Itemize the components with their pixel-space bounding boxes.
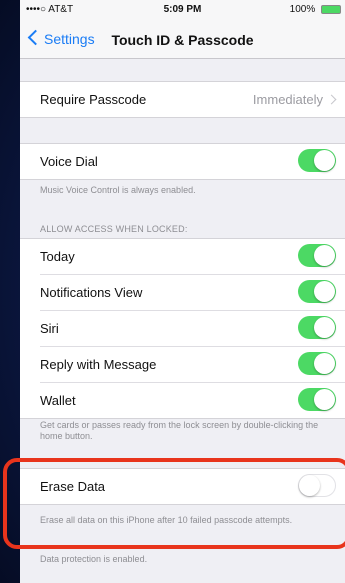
toggle-knob [314, 353, 335, 374]
locked-item-siri: Siri [40, 311, 345, 347]
toggle-knob [314, 389, 335, 410]
battery-percent: 100% [289, 4, 316, 15]
require-passcode-group: Require Passcode Immediately [20, 81, 345, 118]
chevron-right-icon [326, 94, 337, 105]
locked-item-today: Today [40, 239, 345, 275]
locked-item-label: Reply with Message [40, 357, 157, 372]
voice-dial-label: Voice Dial [40, 154, 98, 169]
require-passcode-label: Require Passcode [40, 92, 147, 107]
data-protection-footer: Data protection is enabled. [40, 554, 148, 564]
require-passcode-value: Immediately [252, 92, 323, 107]
voice-dial-group: Voice Dial [20, 143, 345, 180]
voice-dial-note: Music Voice Control is always enabled. [40, 185, 196, 195]
voice-dial-toggle[interactable] [298, 149, 336, 172]
toggle-knob [314, 245, 335, 266]
wallet-toggle[interactable] [298, 388, 336, 411]
locked-section-header: ALLOW ACCESS WHEN LOCKED: [40, 224, 188, 234]
page-title: Touch ID & Passcode [111, 32, 254, 48]
reply-with-message-toggle[interactable] [298, 352, 336, 375]
toggle-knob [314, 281, 335, 302]
locked-item-notifications-view: Notifications View [40, 275, 345, 311]
require-passcode-row[interactable]: Require Passcode Immediately [40, 82, 345, 117]
voice-dial-row: Voice Dial [40, 144, 345, 179]
locked-item-label: Today [40, 249, 75, 264]
locked-access-group: Today Notifications View Siri Reply with… [20, 238, 345, 419]
battery-status: 100% [290, 4, 341, 15]
locked-item-wallet: Wallet [40, 383, 345, 418]
wallet-note: Get cards or passes ready from the lock … [40, 420, 319, 441]
locked-item-reply-with-message: Reply with Message [40, 347, 345, 383]
status-bar: ••••○ AT&T 5:09 PM 100% [20, 0, 345, 22]
erase-data-highlight-annotation [3, 458, 345, 549]
siri-toggle[interactable] [298, 316, 336, 339]
toggle-knob [314, 317, 335, 338]
battery-icon [321, 4, 341, 14]
locked-item-label: Siri [40, 321, 59, 336]
navigation-bar: Settings Touch ID & Passcode [20, 22, 345, 59]
toggle-knob [314, 150, 335, 171]
notifications-view-toggle[interactable] [298, 280, 336, 303]
today-toggle[interactable] [298, 244, 336, 267]
locked-item-label: Wallet [40, 393, 76, 408]
locked-item-label: Notifications View [40, 285, 143, 300]
